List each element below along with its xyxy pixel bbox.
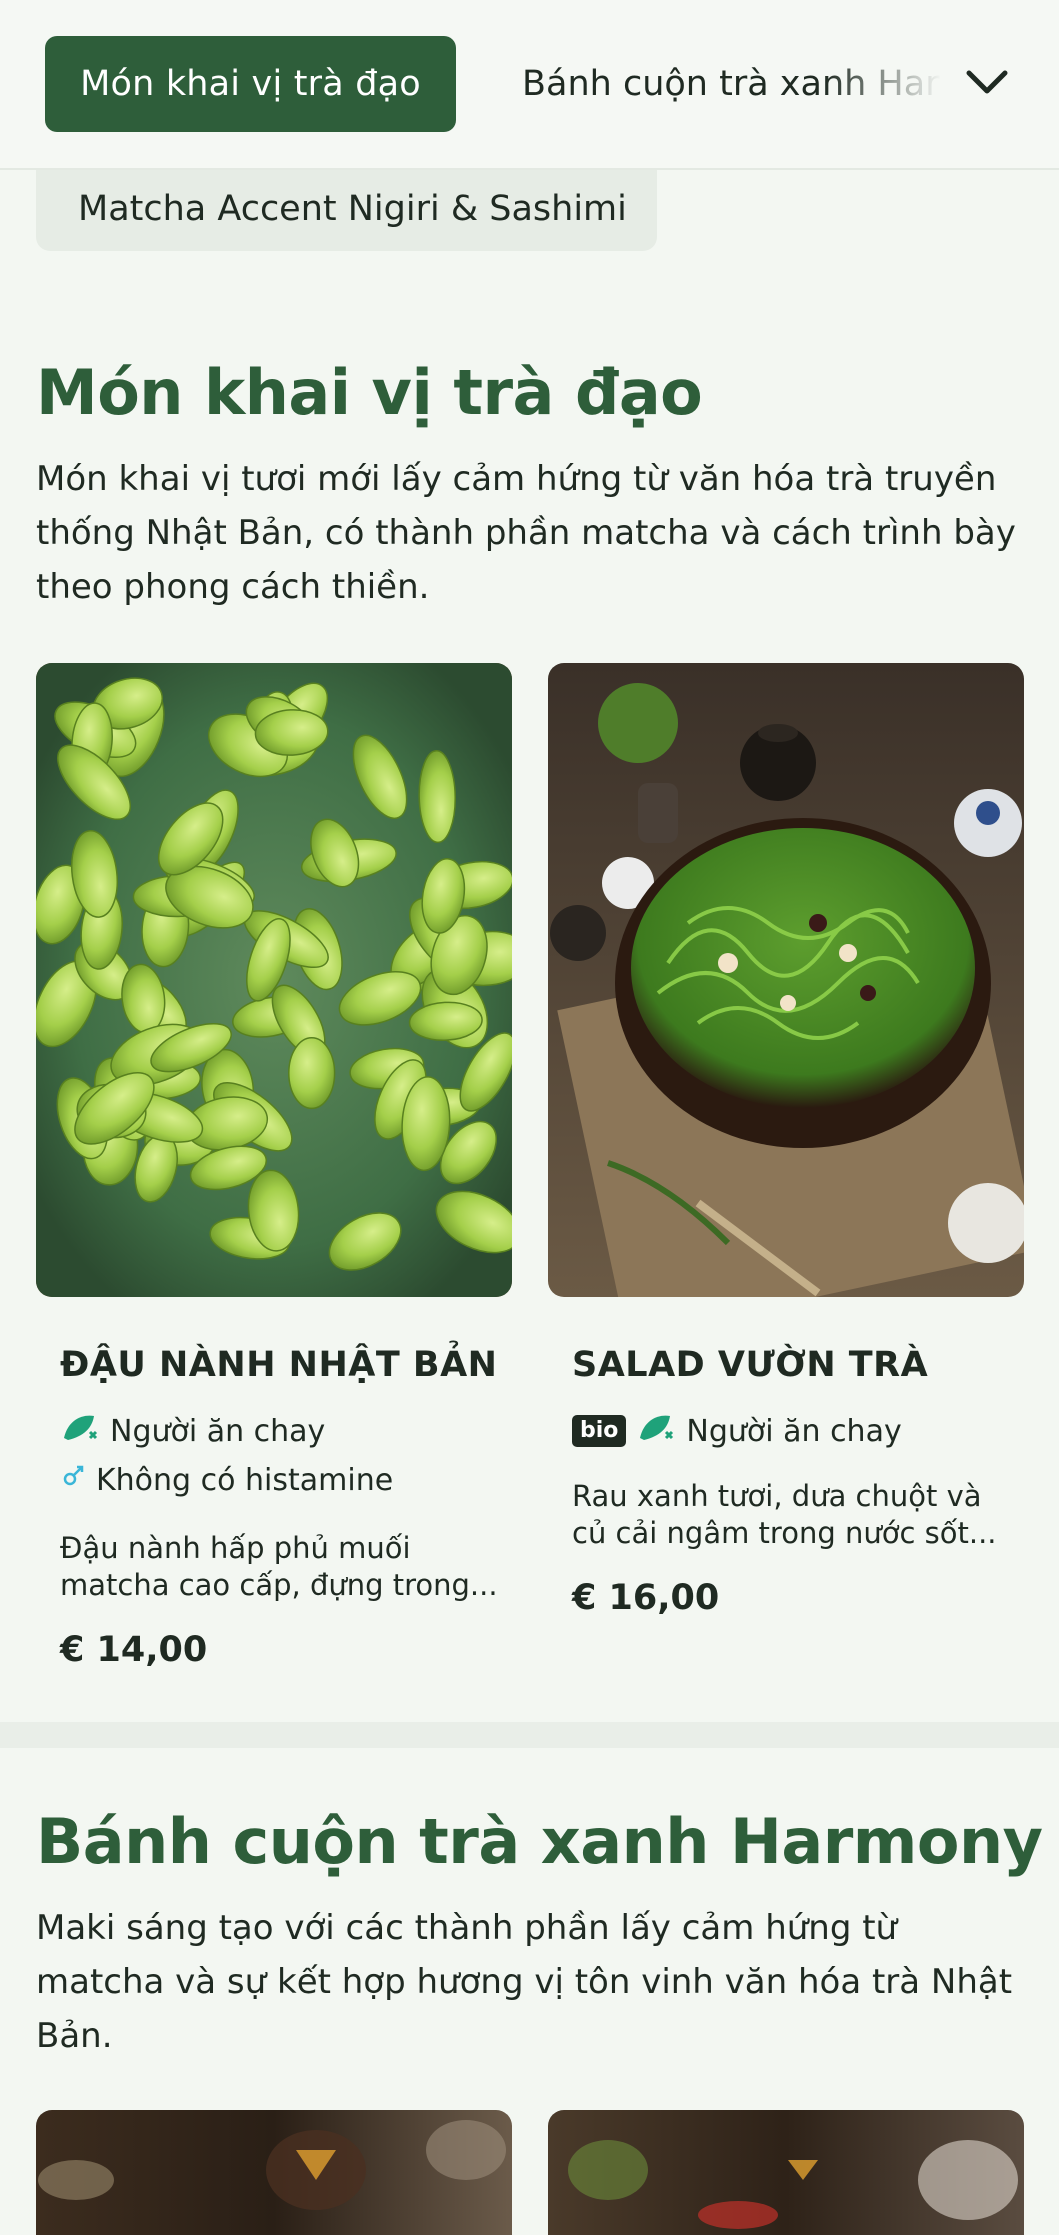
- vegetarian-icon: [60, 1410, 100, 1452]
- tag-label: Người ăn chay: [110, 1413, 326, 1449]
- item-price: € 14,00: [60, 1630, 208, 1670]
- tea-garden-salad-image[interactable]: [548, 663, 1024, 1297]
- section-divider: [0, 1722, 1059, 1748]
- item-description: Đậu nành hấp phủ muối matcha cao cấp, đự…: [60, 1531, 498, 1602]
- vegetarian-icon: [636, 1410, 676, 1452]
- tag-vegetarian: bio Người ăn chay: [572, 1410, 902, 1452]
- section-description: Món khai vị tươi mới lấy cảm hứng từ văn…: [36, 459, 1016, 607]
- section-description: Maki sáng tạo với các thành phần lấy cảm…: [36, 1908, 1013, 2056]
- item-price: € 16,00: [572, 1578, 720, 1618]
- histamine-free-icon: [60, 1461, 86, 1499]
- item-name[interactable]: SALAD VƯỜN TRÀ: [572, 1345, 928, 1385]
- bio-badge: bio: [572, 1415, 627, 1447]
- harmony-roll-image[interactable]: [548, 2110, 1024, 2235]
- section-title: Món khai vị trà đạo: [36, 356, 703, 429]
- tag-label: Người ăn chay: [686, 1413, 902, 1449]
- tag-label: Không có histamine: [96, 1462, 394, 1498]
- item-description: Rau xanh tươi, dưa chuột và củ cải ngâm …: [572, 1479, 997, 1550]
- category-nav: Món khai vị trà đạo Bánh cuộn trà xanh H…: [0, 0, 1059, 170]
- tab-appetizers[interactable]: Món khai vị trà đạo: [45, 36, 456, 132]
- item-name[interactable]: ĐẬU NÀNH NHẬT BẢN: [60, 1345, 497, 1385]
- tag-vegetarian: Người ăn chay: [60, 1410, 325, 1452]
- chevron-down-icon[interactable]: [963, 62, 1011, 104]
- section-title: Bánh cuộn trà xanh Harmony: [36, 1805, 1043, 1878]
- harmony-roll-image[interactable]: [36, 2110, 512, 2235]
- subcategory-chip[interactable]: Matcha Accent Nigiri & Sashimi: [36, 166, 657, 251]
- tab-harmony-rolls[interactable]: Bánh cuộn trà xanh Harmony: [522, 36, 942, 132]
- edamame-image[interactable]: [36, 663, 512, 1297]
- tag-histamine-free: Không có histamine: [60, 1461, 393, 1499]
